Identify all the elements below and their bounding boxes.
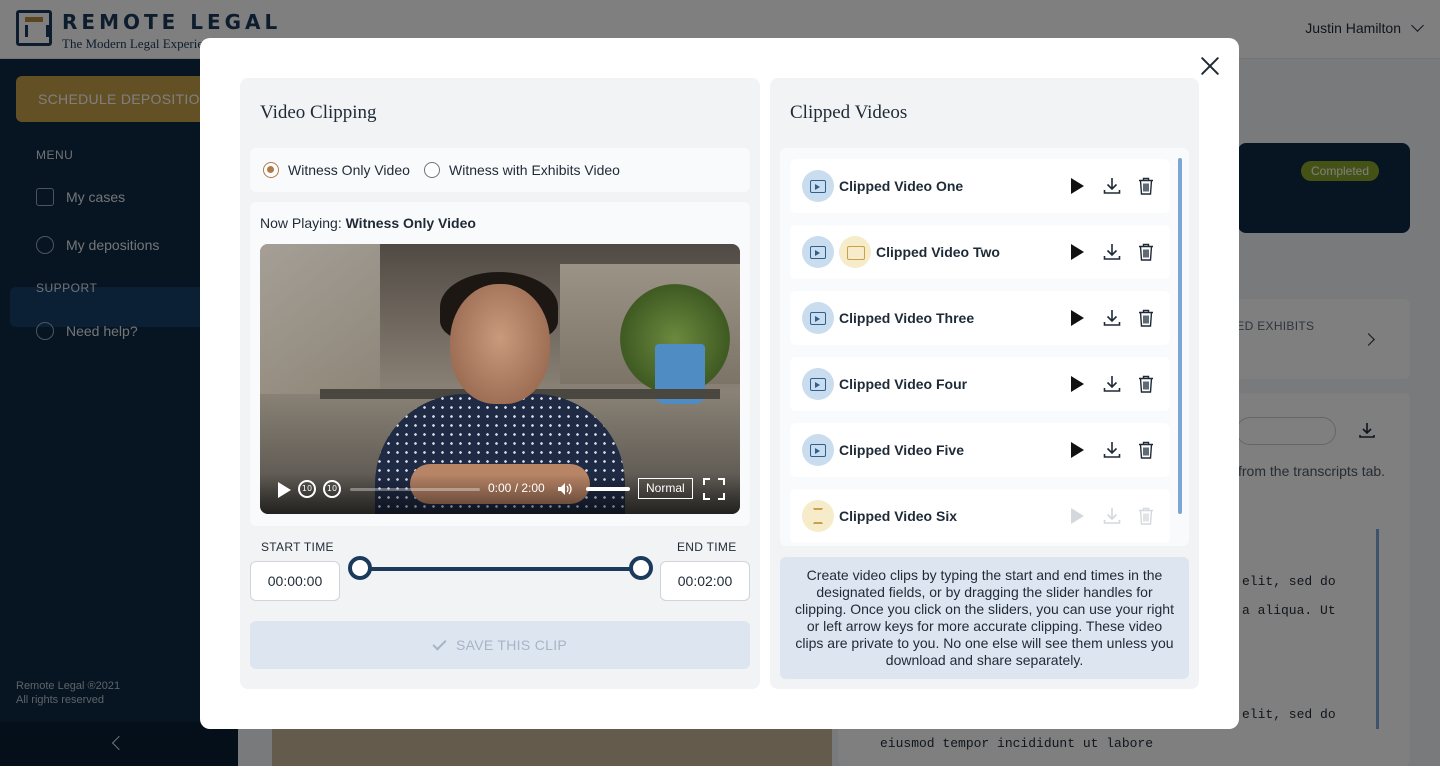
end-time-input[interactable]: 00:02:00 (660, 561, 750, 601)
clip-name: Clipped Video Three (839, 310, 975, 326)
radio-label: Witness Only Video (288, 162, 410, 178)
clip-range-slider[interactable] (360, 567, 640, 571)
end-time-label: END TIME (677, 540, 737, 554)
end-slider-handle[interactable] (629, 556, 653, 580)
save-clip-label: SAVE THIS CLIP (455, 637, 568, 653)
download-icon[interactable] (1103, 309, 1121, 327)
trash-icon[interactable] (1138, 375, 1154, 393)
trash-icon (1139, 507, 1153, 525)
now-playing-label: Now Playing: (260, 215, 346, 231)
radio-selected-icon (263, 162, 279, 178)
play-icon[interactable] (1071, 178, 1084, 194)
clip-name: Clipped Video Two (876, 244, 1000, 260)
video-time: 0:00 / 2:00 (488, 481, 545, 495)
list-item[interactable]: Clipped Video Six (790, 489, 1170, 543)
volume-slider[interactable] (586, 487, 630, 491)
trash-icon[interactable] (1138, 177, 1154, 195)
download-icon[interactable] (1103, 375, 1121, 393)
video-clip-icon (802, 434, 834, 466)
video-frame-face (450, 284, 550, 404)
start-slider-handle[interactable] (348, 556, 372, 580)
clip-name: Clipped Video Four (839, 376, 968, 392)
close-icon[interactable] (1199, 55, 1221, 77)
play-icon (1071, 508, 1084, 524)
video-player[interactable]: 10 10 0:00 / 2:00 Normal (260, 244, 740, 514)
radio-label: Witness with Exhibits Video (449, 162, 620, 178)
list-item[interactable]: Clipped Video Three (790, 291, 1170, 345)
clip-name: Clipped Video One (839, 178, 964, 194)
playback-speed-button[interactable]: Normal (638, 478, 693, 499)
trash-icon[interactable] (1138, 243, 1154, 261)
video-clip-icon (802, 368, 834, 400)
rewind-10-icon[interactable]: 10 (298, 480, 316, 498)
list-item[interactable]: Clipped Video Two (790, 225, 1170, 279)
play-icon[interactable] (278, 482, 291, 498)
download-icon (1103, 508, 1121, 524)
video-clip-icon (802, 236, 834, 268)
radio-witness-only[interactable]: Witness Only Video (263, 162, 410, 178)
download-icon[interactable] (1103, 441, 1121, 459)
list-item[interactable]: Clipped Video Four (790, 357, 1170, 411)
radio-unselected-icon (424, 162, 440, 178)
video-source-radio-group: Witness Only Video Witness with Exhibits… (250, 148, 750, 192)
video-clipping-card: Video Clipping Witness Only Video Witnes… (240, 78, 760, 689)
video-clipping-modal: Video Clipping Witness Only Video Witnes… (200, 38, 1239, 729)
clipped-videos-title: Clipped Videos (790, 102, 908, 123)
clip-name: Clipped Video Five (839, 442, 964, 458)
start-time-input[interactable]: 00:00:00 (250, 561, 340, 601)
video-clipping-title: Video Clipping (260, 102, 377, 123)
now-playing-value: Witness Only Video (345, 215, 476, 231)
clip-name: Clipped Video Six (839, 508, 957, 524)
video-clip-icon (802, 302, 834, 334)
clipped-videos-card: Clipped Videos Clipped Video One Clipped… (770, 78, 1199, 689)
trash-icon[interactable] (1138, 309, 1154, 327)
fullscreen-icon[interactable] (703, 478, 725, 500)
forward-10-icon[interactable]: 10 (323, 480, 341, 498)
video-clip-icon (802, 170, 834, 202)
trash-icon[interactable] (1138, 441, 1154, 459)
list-scrollbar[interactable] (1178, 158, 1182, 514)
check-icon (432, 635, 447, 651)
video-progress-bar[interactable] (350, 488, 480, 491)
download-icon[interactable] (1103, 177, 1121, 195)
list-item[interactable]: Clipped Video Five (790, 423, 1170, 477)
player-container: Now Playing: Witness Only Video 10 10 0:… (250, 202, 750, 526)
hourglass-icon (802, 500, 834, 532)
exhibit-icon (839, 236, 871, 268)
volume-icon[interactable] (557, 482, 573, 496)
download-icon[interactable] (1103, 243, 1121, 261)
play-icon[interactable] (1071, 376, 1084, 392)
clipped-videos-list: Clipped Video One Clipped Video Two Clip… (780, 148, 1189, 546)
play-icon[interactable] (1071, 244, 1084, 260)
clipping-instructions: Create video clips by typing the start a… (780, 557, 1189, 679)
video-frame-window (260, 244, 380, 394)
list-item[interactable]: Clipped Video One (790, 159, 1170, 213)
save-clip-button[interactable]: SAVE THIS CLIP (250, 621, 750, 669)
radio-witness-with-exhibits[interactable]: Witness with Exhibits Video (424, 162, 620, 178)
now-playing: Now Playing: Witness Only Video (260, 215, 476, 231)
play-icon[interactable] (1071, 310, 1084, 326)
play-icon[interactable] (1071, 442, 1084, 458)
start-time-label: START TIME (261, 540, 334, 554)
